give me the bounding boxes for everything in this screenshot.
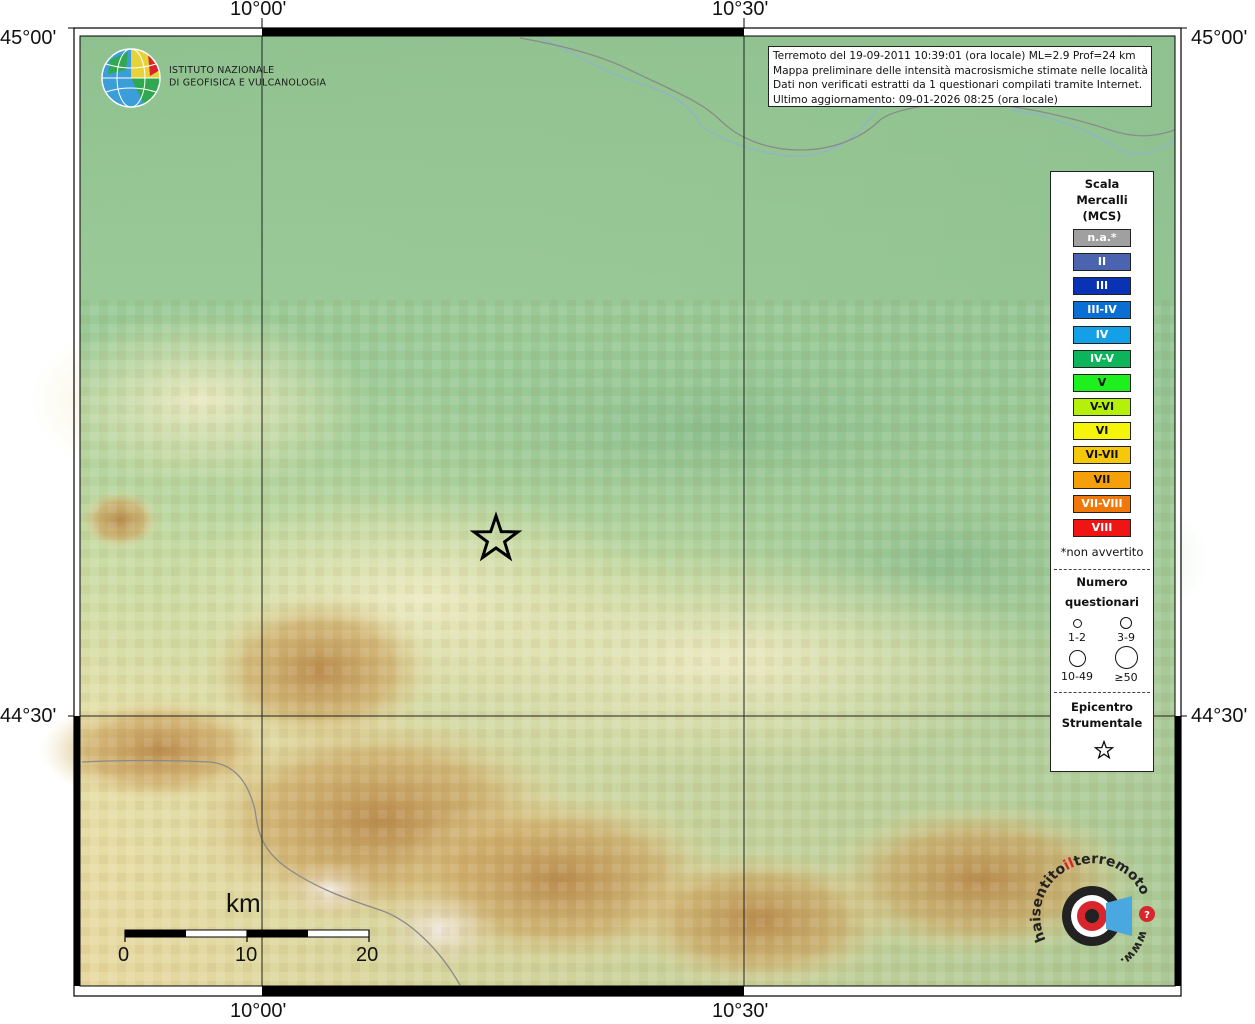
legend-swatch-iii-iv: III-IV [1073,301,1131,320]
count-label-4: ≥50 [1114,671,1138,684]
scale-tick-0: 0 [118,944,130,966]
count-circle-medium [1120,617,1132,629]
scale-tick-10: 10 [235,944,258,966]
legend-swatch-ii: II [1073,253,1131,272]
count-circle-small [1073,619,1082,628]
legend-swatch-viii: VIII [1073,518,1131,537]
info-line-4: Ultimo aggiornamento: 09-01-2026 08:25 (… [773,93,1058,106]
epicenter-title-line-2: Strumentale [1061,716,1143,730]
not-felt-note: *non avvertito [1060,545,1144,559]
legend-title: Scala Mercalli (MCS) [1051,176,1153,224]
legend-swatch-v-vi: V-VI [1073,398,1131,417]
count-label-1: 1-2 [1068,631,1086,644]
legend-swatch-vi-vii: VI-VII [1073,446,1131,465]
legend-title-line-1: Scala [1084,177,1120,191]
institute-line-2: DI GEOFISICA E VULCANOLOGIA [169,77,327,89]
count-title-line-2: questionari [1065,595,1139,609]
legend-separator [1054,569,1150,570]
lon-label-top-1030: 10°30' [712,0,769,20]
count-circle-large [1069,650,1086,667]
institute-name: ISTITUTO NAZIONALE DI GEOFISICA E VULCAN… [169,64,326,89]
legend-swatch-vii: VII [1073,470,1131,489]
info-line-3: Dati non verificati estratti da 1 questi… [773,79,1143,92]
legend-swatch-v: V [1073,373,1131,392]
count-title-line-1: Numero [1076,575,1128,589]
scale-unit: km [226,888,261,918]
legend-swatch-vi: VI [1073,422,1131,441]
lat-label-left-4500: 45°00' [0,27,57,49]
legend-swatch-iii: III [1073,277,1131,296]
epicenter-title-line-1: Epicentro [1071,700,1133,714]
lon-label-top-1000: 10°00' [230,0,287,20]
count-label-2: 3-9 [1117,631,1135,644]
legend-swatch-iv-v: IV-V [1073,349,1131,368]
legend-title-line-2: Mercalli [1076,193,1128,207]
lat-label-right-4500: 45°00' [1191,27,1248,49]
legend-swatch-iv: IV [1073,325,1131,344]
intensity-legend: Scala Mercalli (MCS) n.a.* II III III-IV IV I… [1050,171,1154,772]
lon-label-bottom-1030: 10°30' [712,1000,769,1022]
legend-title-line-3: (MCS) [1082,209,1122,223]
institute-line-1: ISTITUTO NAZIONALE [169,64,275,76]
earthquake-info-box: Terremoto del 19-09-2011 10:39:01 (ora l… [768,46,1152,107]
ingv-logo-icon [101,48,161,108]
terrain-relief [30,36,1210,990]
count-circle-xlarge [1115,646,1138,669]
lat-label-right-4430: 44°30' [1191,705,1248,727]
info-line-1: Terremoto del 19-09-2011 10:39:01 (ora l… [773,50,1136,62]
legend-swatch-vii-viii: VII-VIII [1073,494,1131,513]
scale-tick-20: 20 [356,944,379,966]
legend-separator-2 [1054,692,1150,693]
count-label-3: 10-49 [1061,670,1093,683]
lat-label-left-4430: 44°30' [0,705,57,727]
legend-swatch-n-a: n.a.* [1073,229,1131,247]
info-line-2: Mappa preliminare delle intensità macros… [773,64,1148,77]
lon-label-bottom-1000: 10°00' [230,1000,287,1022]
epicenter-star-icon [1094,740,1114,760]
svg-text:?: ? [1144,910,1150,921]
